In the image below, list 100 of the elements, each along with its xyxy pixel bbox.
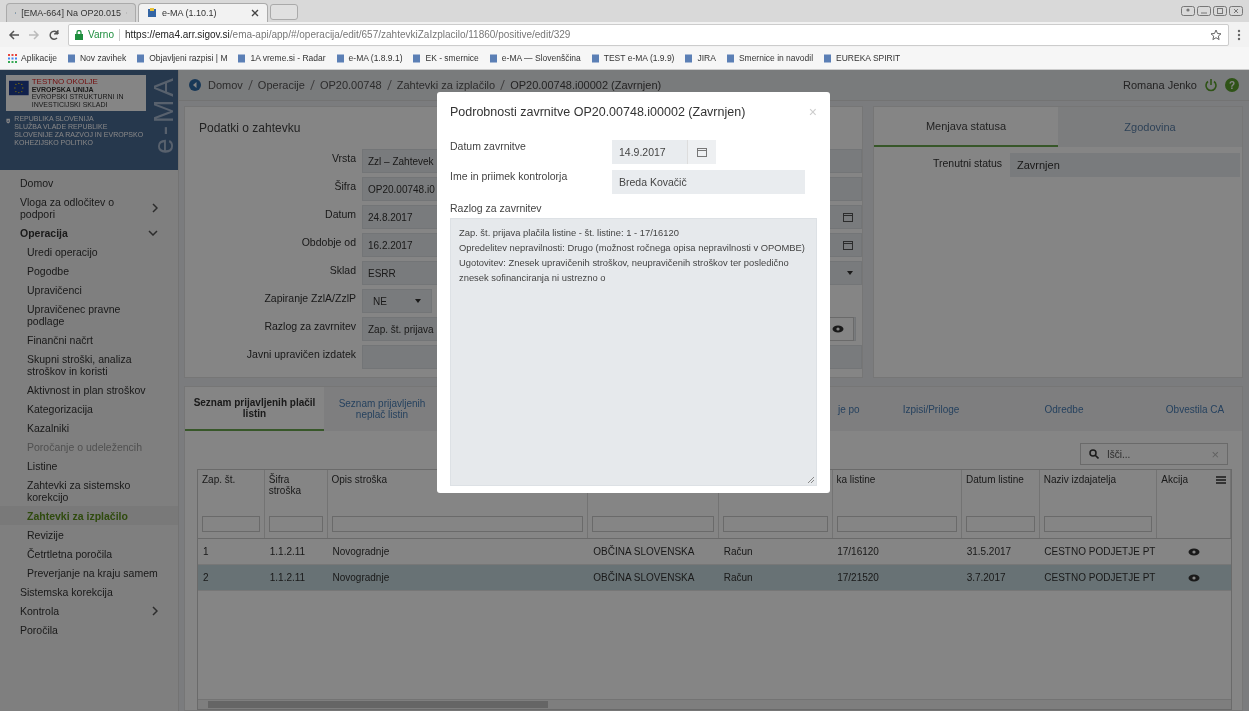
filter-field[interactable] (966, 516, 1035, 532)
sidebar-subitem[interactable]: Kategorizacija (0, 399, 178, 418)
select-field[interactable]: NE (362, 289, 432, 313)
sidebar-subitem[interactable]: Finančni načrt (0, 330, 178, 349)
column-header: Akcija (1161, 474, 1188, 485)
bookmark[interactable]: Smernice in navodil (725, 53, 814, 64)
sidebar-subitem[interactable]: Upravičenec pravne podlage (0, 299, 178, 330)
sidebar-subitem[interactable]: Pogodbe (0, 261, 178, 280)
sidebar-subitem[interactable]: Aktivnost in plan stroškov (0, 380, 178, 399)
maximize-icon[interactable] (1213, 5, 1227, 16)
page-icon (335, 53, 345, 63)
field-label: Razlog za zavrnitev (263, 319, 356, 332)
resize-handle-icon[interactable] (808, 477, 814, 483)
column-header: Datum listine (966, 474, 1024, 485)
filter-field[interactable] (202, 516, 260, 532)
menu-icon[interactable] (1237, 28, 1241, 41)
eye-icon[interactable] (1188, 547, 1201, 556)
breadcrumb-link[interactable]: OP20.00748 (319, 79, 382, 91)
field-label: Šifra (333, 179, 356, 192)
tab[interactable]: je po (834, 387, 882, 431)
sidebar-item[interactable]: Operacija (0, 223, 178, 242)
sidebar-item[interactable]: Poročila (0, 620, 178, 639)
power-icon[interactable] (1204, 78, 1218, 92)
breadcrumb-link[interactable]: OP20.00748.i00002 (Zavrnjen) (510, 79, 662, 91)
tab[interactable]: Izpisi/Priloge (882, 387, 980, 431)
column-header: Šifra stroška (268, 474, 302, 496)
calendar-icon (843, 212, 853, 222)
table-cell-text: 17/21520 (836, 572, 880, 583)
apps-grid-icon (8, 53, 17, 63)
bookmark[interactable]: Nov zavihek (66, 53, 127, 64)
sidebar-subitem[interactable]: Četrtletna poročila (0, 544, 178, 563)
tab[interactable]: Obvestila CA (1148, 387, 1242, 431)
sidebar-subitem[interactable]: Upravičenci (0, 280, 178, 299)
breadcrumb-link[interactable]: Domov (208, 79, 243, 91)
breadcrumb-link[interactable]: Zahtevki za izplačilo (396, 79, 496, 91)
sidebar-subitem[interactable]: Zahtevki za izplačilo (0, 506, 178, 525)
sidebar-subitem[interactable]: Revizije (0, 525, 178, 544)
menu-icon[interactable] (1216, 475, 1226, 484)
user-icon[interactable] (1181, 5, 1195, 16)
sidebar-item[interactable]: Sistemska korekcija (0, 582, 178, 601)
browser-tab[interactable]: e-MA (1.10.1) (138, 2, 268, 22)
column-header: Opis stroška (331, 474, 388, 485)
date-field[interactable]: 14.9.2017 (612, 140, 716, 164)
chevron-down-icon (148, 229, 158, 236)
filter-field[interactable] (1043, 516, 1153, 532)
column-header: Zap. št. (202, 474, 236, 485)
bookmark[interactable]: Aplikacije (8, 53, 57, 64)
bookmark[interactable]: EUREKA SPIRIT (823, 53, 901, 64)
horizontal-scrollbar[interactable] (198, 699, 1231, 709)
sidebar-item[interactable]: Kontrola (0, 601, 178, 620)
eye-icon[interactable] (1188, 573, 1201, 582)
reload-icon[interactable] (48, 28, 60, 41)
sidebar-subitem[interactable]: Zahtevki za sistemsko korekcijo (0, 475, 178, 506)
bookmark[interactable]: TEST e-MA (1.9.9) (590, 53, 675, 64)
bookmark[interactable]: EK - smernice (412, 53, 479, 64)
sidebar-subitem[interactable]: Preverjanje na kraju samem (0, 563, 178, 582)
bookmark[interactable]: e-MA (1.8.9.1) (335, 53, 403, 64)
field-label: Vrsta (330, 151, 356, 164)
sidebar-item[interactable]: Vloga za odločitev o podpori (0, 192, 178, 223)
forward-icon[interactable] (28, 28, 40, 41)
back-circle-icon[interactable] (189, 79, 201, 91)
tab[interactable]: Seznam prijavljenih plačil listin (185, 387, 324, 431)
field-label: Zapiranje ZzlA/ZzlP (263, 291, 356, 304)
new-tab-button[interactable] (270, 3, 298, 20)
input-field[interactable]: Breda Kovačič (612, 170, 805, 194)
field-label: Trenutni status (931, 156, 1002, 169)
sidebar-item[interactable]: Domov (0, 173, 178, 192)
filter-field[interactable] (722, 516, 828, 532)
sidebar-subitem[interactable]: Listine (0, 456, 178, 475)
bookmark[interactable]: 1A vreme.si - Radar (237, 53, 326, 64)
filter-field[interactable] (268, 516, 323, 532)
bookmark[interactable]: Objavljeni razpisi | M (136, 53, 228, 64)
tab[interactable]: Odredbe (980, 387, 1148, 431)
tab[interactable]: Zgodovina (1058, 107, 1242, 147)
back-icon[interactable] (8, 28, 20, 41)
table-cell-text: 1.1.2.11 (268, 546, 307, 557)
search-icon (1089, 449, 1099, 459)
minimize-icon[interactable] (1197, 5, 1211, 16)
star-icon[interactable] (1210, 28, 1222, 41)
bookmark[interactable]: JIRA (684, 53, 716, 64)
help-icon[interactable]: ? (1225, 78, 1239, 92)
column-header: ka listine (836, 474, 876, 485)
environment-label: TESTNO OKOLJE (31, 77, 99, 86)
browser-tab[interactable]: [EMA-664] Na OP20.015 (6, 2, 136, 22)
table-cell-text: Novogradnje (331, 572, 391, 583)
sidebar-subitem[interactable]: Skupni stroški, analiza stroškov in koristi (0, 349, 178, 380)
filter-field[interactable] (836, 516, 957, 532)
sidebar-subitem[interactable]: Kazalniki (0, 418, 178, 437)
breadcrumb-link[interactable]: Operacije (257, 79, 305, 91)
table-row[interactable]: 2 1.1.2.11 Novogradnje OBČINA SLOVENSKA Račun 17/21520 3.7.2017 CESTNO PODJETJE PT (198, 565, 1231, 591)
table-cell-text: 1.1.2.11 (268, 572, 307, 583)
caret-icon (415, 299, 421, 303)
tab[interactable]: Seznam prijavljenih neplač listin (324, 387, 440, 431)
filter-field[interactable] (331, 516, 584, 532)
bookmark[interactable]: e-MA — Slovenščina (488, 53, 581, 64)
page-icon (66, 53, 76, 63)
address-bar[interactable]: Varno https://ema4.arr.sigov.si/ema-api/app/#/operacija/edit/657/zahtevkiZaIzplacilo/11860/positive/edit/329 (68, 23, 1229, 46)
filter-field[interactable] (592, 516, 714, 532)
sidebar-subitem[interactable]: Uredi operacijo (0, 242, 178, 261)
textarea-field[interactable]: Zap. št. prijava plačila listine - št. listine: 1 - 17/16120 Opredelitev nepravilnosti: Drugo (možnost ročnega opisa nepravilnosti v OPOMBE) Ugotovitev: Znesek upravičenih stroškov, neupravičenih stroškov ter posledično znesek sofinanciranja ni ustrezno o (450, 218, 817, 486)
